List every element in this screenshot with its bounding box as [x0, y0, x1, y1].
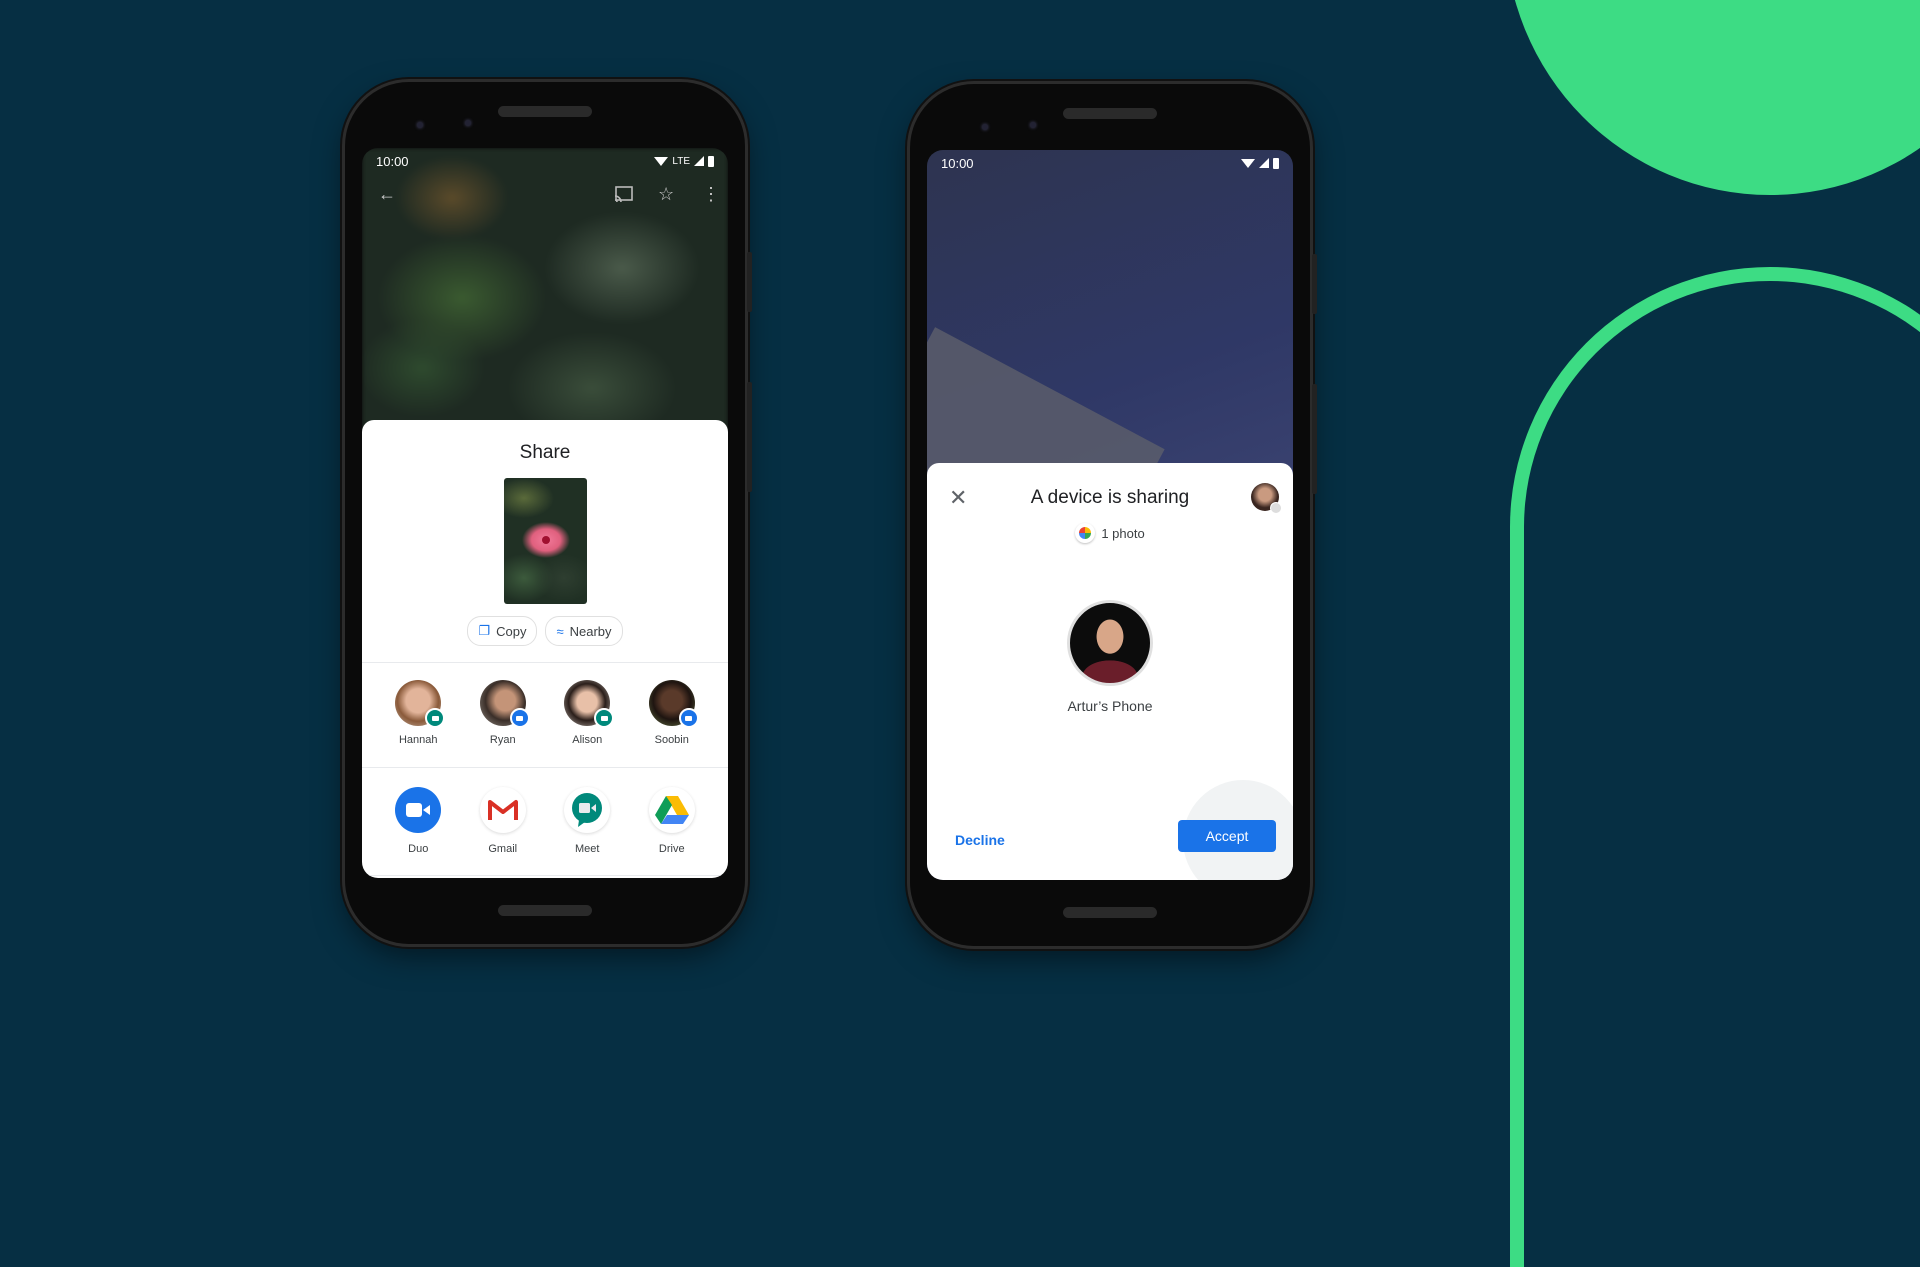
status-bar: 10:00	[927, 150, 1293, 176]
bottom-speaker	[498, 905, 592, 916]
power-button	[747, 252, 752, 312]
nearby-label: Nearby	[569, 623, 612, 639]
divider	[362, 767, 728, 768]
divider	[362, 662, 728, 663]
more-vert-icon[interactable]: ⋮	[702, 184, 720, 205]
app-name: Drive	[658, 843, 685, 855]
wifi-icon	[1241, 158, 1255, 168]
app-target-duo[interactable]: Duo	[383, 787, 453, 855]
avatar	[395, 680, 446, 728]
earpiece-speaker	[498, 106, 592, 117]
wifi-icon	[654, 156, 669, 166]
front-camera-icon	[982, 124, 988, 130]
app-target-meet[interactable]: Meet	[552, 787, 622, 855]
share-target-ryan[interactable]: Ryan	[468, 680, 538, 746]
sender-avatar	[1067, 600, 1153, 686]
app-target-drive[interactable]: Drive	[637, 787, 707, 855]
app-name: Gmail	[488, 843, 518, 855]
copy-chip[interactable]: ❐ Copy	[467, 616, 538, 646]
share-sheet: Share ❐ Copy ≈ Nearby Hannah Ryan Alison…	[362, 420, 728, 878]
screen: 10:00 LTE ← ☆ ⋮ Share ❐ Copy ≈ Nearby Ha…	[362, 148, 728, 878]
sender: Artur’s Phone	[927, 600, 1293, 714]
status-bar: 10:00 LTE	[362, 148, 728, 174]
messages-badge-icon	[509, 708, 530, 728]
status-time: 10:00	[376, 153, 409, 169]
nearby-share-dialog: ✕ A device is sharing 1 photo Artur’s Ph…	[927, 463, 1293, 880]
volume-button	[747, 382, 752, 492]
account-avatar[interactable]	[1251, 483, 1282, 514]
phone-right: 10:00 ✕ A device is sharing 1 photo Artu…	[910, 84, 1317, 946]
sender-name: Artur’s Phone	[1067, 698, 1153, 714]
accept-button[interactable]: Accept	[1178, 820, 1276, 852]
decorative-green-arch	[1510, 267, 1920, 1267]
avatar	[648, 680, 699, 728]
person-name: Soobin	[654, 734, 689, 746]
share-target-soobin[interactable]: Soobin	[637, 680, 707, 746]
cast-icon[interactable]	[614, 186, 634, 207]
meet-badge-icon	[425, 708, 446, 728]
divider	[362, 875, 728, 876]
content-summary: 1 photo	[927, 523, 1293, 543]
share-target-alison[interactable]: Alison	[552, 680, 622, 746]
nearby-share-icon: ≈	[556, 623, 564, 639]
duo-icon	[395, 787, 442, 833]
settings-badge-icon	[1270, 502, 1282, 514]
shared-photo-thumbnail	[504, 478, 587, 604]
screen: 10:00 ✕ A device is sharing 1 photo Artu…	[927, 150, 1293, 880]
app-name: Duo	[408, 843, 429, 855]
phone-left: 10:00 LTE ← ☆ ⋮ Share ❐ Copy ≈ Nearby Ha…	[345, 82, 752, 944]
signal-icon	[694, 156, 704, 166]
bottom-speaker	[1063, 907, 1157, 918]
share-target-hannah[interactable]: Hannah	[383, 680, 453, 746]
signal-icon	[1259, 158, 1269, 168]
person-name: Ryan	[489, 734, 516, 746]
share-title: Share	[519, 442, 571, 463]
drive-icon	[648, 787, 695, 833]
dialog-title: A device is sharing	[1030, 487, 1190, 508]
google-photos-icon	[1075, 523, 1096, 543]
back-arrow-icon[interactable]: ←	[378, 184, 396, 205]
volume-button	[1312, 384, 1317, 494]
app-share-targets: Duo Gmail Meet Drive	[362, 787, 728, 855]
gmail-icon	[479, 787, 526, 833]
battery-icon	[708, 155, 714, 167]
direct-share-targets: Hannah Ryan Alison Soobin	[362, 680, 728, 746]
network-type: LTE	[672, 155, 690, 167]
decorative-green-circle	[1505, 0, 1920, 195]
battery-icon	[1273, 157, 1279, 169]
person-name: Hannah	[398, 734, 438, 746]
copy-icon: ❐	[478, 623, 491, 638]
avatar	[479, 680, 530, 728]
nearby-share-chip[interactable]: ≈ Nearby	[545, 616, 623, 646]
decline-button[interactable]: Decline	[955, 832, 1005, 848]
content-count: 1 photo	[1101, 525, 1145, 541]
duo-badge-icon	[678, 708, 699, 728]
star-icon[interactable]: ☆	[658, 184, 674, 205]
avatar	[564, 680, 615, 728]
person-name: Alison	[572, 734, 603, 746]
earpiece-speaker	[1063, 108, 1157, 119]
app-name: Meet	[575, 843, 600, 855]
app-target-gmail[interactable]: Gmail	[468, 787, 538, 855]
status-time: 10:00	[941, 155, 974, 171]
power-button	[1312, 254, 1317, 314]
front-camera-icon	[1030, 122, 1036, 128]
meet-icon	[564, 787, 611, 833]
photo-toolbar: ← ☆ ⋮	[362, 180, 728, 212]
copy-label: Copy	[496, 623, 527, 639]
front-camera-icon	[417, 122, 423, 128]
meet-badge-icon	[594, 708, 615, 728]
front-camera-icon	[465, 120, 471, 126]
